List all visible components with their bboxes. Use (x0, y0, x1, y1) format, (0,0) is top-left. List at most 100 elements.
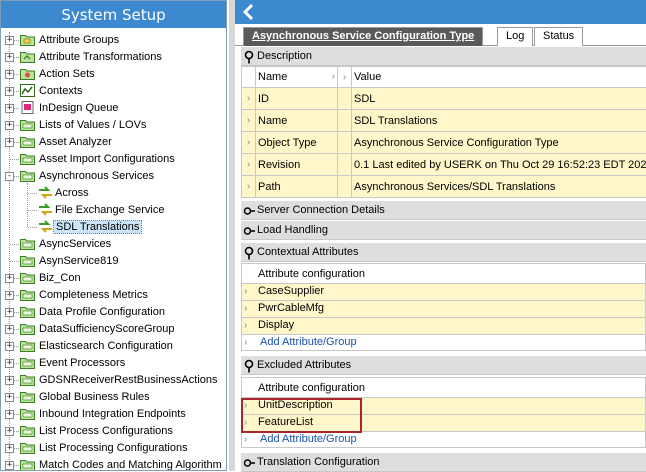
table-row[interactable]: › Object Type Asynchronous Service Confi… (242, 132, 646, 154)
expand-icon[interactable]: + (5, 308, 14, 317)
expand-icon[interactable]: + (5, 121, 14, 130)
list-item[interactable]: ›CaseSupplier (241, 283, 646, 300)
pin-icon[interactable] (243, 246, 255, 260)
tree-node-label: SDL Translations (53, 220, 142, 234)
pin-icon[interactable] (243, 359, 255, 373)
section-translation-configuration[interactable]: Translation Configuration (241, 453, 646, 472)
expand-icon[interactable]: + (5, 274, 14, 283)
column-value-header[interactable]: Value (352, 67, 646, 88)
tree-node-label: Data Profile Configuration (37, 305, 167, 319)
tree-node[interactable]: Across (1, 185, 226, 202)
tree-node[interactable]: + GDSNReceiverRestBusinessActions (1, 372, 226, 389)
add-attribute-group-link[interactable]: Add Attribute/Group (260, 432, 357, 447)
expand-icon[interactable]: + (5, 325, 14, 334)
chevron-right-icon: › (242, 110, 256, 132)
tree-node[interactable]: +Global Business Rules (1, 389, 226, 406)
attribute-configuration-header: Attribute configuration (241, 377, 646, 397)
tree-node[interactable]: -Asynchronous Services (1, 168, 226, 185)
expand-icon[interactable]: + (5, 444, 14, 453)
expand-icon[interactable]: + (5, 393, 14, 402)
tree-node[interactable]: +DataSufficiencyScoreGroup (1, 321, 226, 338)
expand-icon[interactable]: + (5, 36, 14, 45)
tree-node-label: Completeness Metrics (37, 288, 150, 302)
contexts-icon (20, 84, 35, 97)
expand-icon[interactable]: + (5, 70, 14, 79)
section-excluded-attributes[interactable]: Excluded Attributes (241, 356, 646, 375)
tree-node[interactable]: + Completeness Metrics (1, 287, 226, 304)
tree-node-label: Biz_Con (37, 271, 83, 285)
tree-node[interactable]: AsynService819 (1, 253, 226, 270)
tree-node[interactable]: AsyncServices (1, 236, 226, 253)
folder-icon (20, 390, 35, 403)
tree-node[interactable]: + Lists of Values / LOVs (1, 117, 226, 134)
tree-node[interactable]: +Asset Analyzer (1, 134, 226, 151)
attribute-configuration-header: Attribute configuration (241, 263, 646, 283)
tree-node[interactable]: + Event Processors (1, 355, 226, 372)
expand-icon[interactable]: + (5, 104, 14, 113)
tree-node[interactable]: +Inbound Integration Endpoints (1, 406, 226, 423)
table-row[interactable]: › Name SDL Translations (242, 110, 646, 132)
tree-node[interactable]: +Action Sets (1, 66, 226, 83)
section-description[interactable]: Description (241, 47, 646, 66)
chevron-right-icon: › (244, 432, 247, 447)
expand-icon[interactable]: + (5, 342, 14, 351)
expand-icon[interactable]: + (5, 461, 14, 470)
tree-node[interactable]: +Match Codes and Matching Algorithm (1, 457, 226, 471)
table-row[interactable]: › ID SDL (242, 88, 646, 110)
add-attribute-group-link[interactable]: Add Attribute/Group (260, 335, 357, 350)
tree-node[interactable]: +InDesign Queue (1, 100, 226, 117)
section-load-handling[interactable]: Load Handling (241, 221, 646, 240)
tree-node-label: Lists of Values / LOVs (37, 118, 148, 132)
action-sets-icon (20, 67, 35, 80)
expand-icon[interactable]: + (5, 359, 14, 368)
list-item[interactable]: ›Display (241, 317, 646, 334)
contextual-attributes-list: Attribute configuration ›CaseSupplier ›P… (241, 263, 646, 351)
annotation-highlight-box (241, 398, 362, 433)
section-label: Load Handling (257, 221, 328, 240)
tree-node[interactable]: +List Processing Configurations (1, 440, 226, 457)
tab-log[interactable]: Log (497, 27, 533, 46)
tree-node[interactable]: +Attribute Groups (1, 32, 226, 49)
table-row[interactable]: › Path Asynchronous Services/SDL Transla… (242, 176, 646, 198)
collapsed-section-icon[interactable] (243, 224, 255, 238)
tree-node[interactable]: +Attribute Transformations (1, 49, 226, 66)
tree-node-label: List Process Configurations (37, 424, 175, 438)
list-item[interactable]: ›PwrCableMfg (241, 300, 646, 317)
service-icon (38, 203, 53, 216)
back-arrow-icon[interactable] (241, 3, 257, 21)
tree-node-label: Event Processors (37, 356, 127, 370)
collapse-icon[interactable]: - (5, 172, 14, 181)
section-server-connection[interactable]: Server Connection Details (241, 201, 646, 220)
pin-icon[interactable] (243, 50, 255, 64)
table-row[interactable]: › Revision 0.1 Last edited by USERK on T… (242, 154, 646, 176)
tree-node[interactable]: File Exchange Service (1, 202, 226, 219)
tree-node[interactable]: +Contexts (1, 83, 226, 100)
tree-connector-line (10, 159, 19, 160)
tree-node-label: Across (53, 186, 91, 200)
collapsed-section-icon[interactable] (243, 204, 255, 218)
folder-icon (20, 441, 35, 454)
expand-icon[interactable]: + (5, 53, 14, 62)
folder-icon (20, 271, 35, 284)
section-contextual-attributes[interactable]: Contextual Attributes (241, 243, 646, 262)
tab-bar: Asynchronous Service Configuration Type … (235, 24, 646, 46)
tab-configuration-type[interactable]: Asynchronous Service Configuration Type (243, 27, 483, 46)
tree-node[interactable]: +Elasticsearch Configuration (1, 338, 226, 355)
tree-node-label: GDSNReceiverRestBusinessActions (37, 373, 220, 387)
expand-icon[interactable]: + (5, 291, 14, 300)
tree-node[interactable]: + Data Profile Configuration (1, 304, 226, 321)
column-name-header[interactable]: Name › (256, 67, 338, 88)
tree-node[interactable]: SDL Translations (1, 219, 226, 236)
expand-icon[interactable]: + (5, 410, 14, 419)
tree-node[interactable]: + Biz_Con (1, 270, 226, 287)
expand-icon[interactable]: + (5, 427, 14, 436)
chevron-right-icon: › (244, 335, 247, 350)
expand-icon[interactable]: + (5, 87, 14, 96)
tree-node[interactable]: + List Process Configurations (1, 423, 226, 440)
expand-icon[interactable]: + (5, 138, 14, 147)
tree-node[interactable]: Asset Import Configurations (1, 151, 226, 168)
chevron-right-icon: › (244, 301, 247, 316)
tab-status[interactable]: Status (534, 27, 583, 46)
collapsed-section-icon[interactable] (243, 456, 255, 470)
expand-icon[interactable]: + (5, 376, 14, 385)
